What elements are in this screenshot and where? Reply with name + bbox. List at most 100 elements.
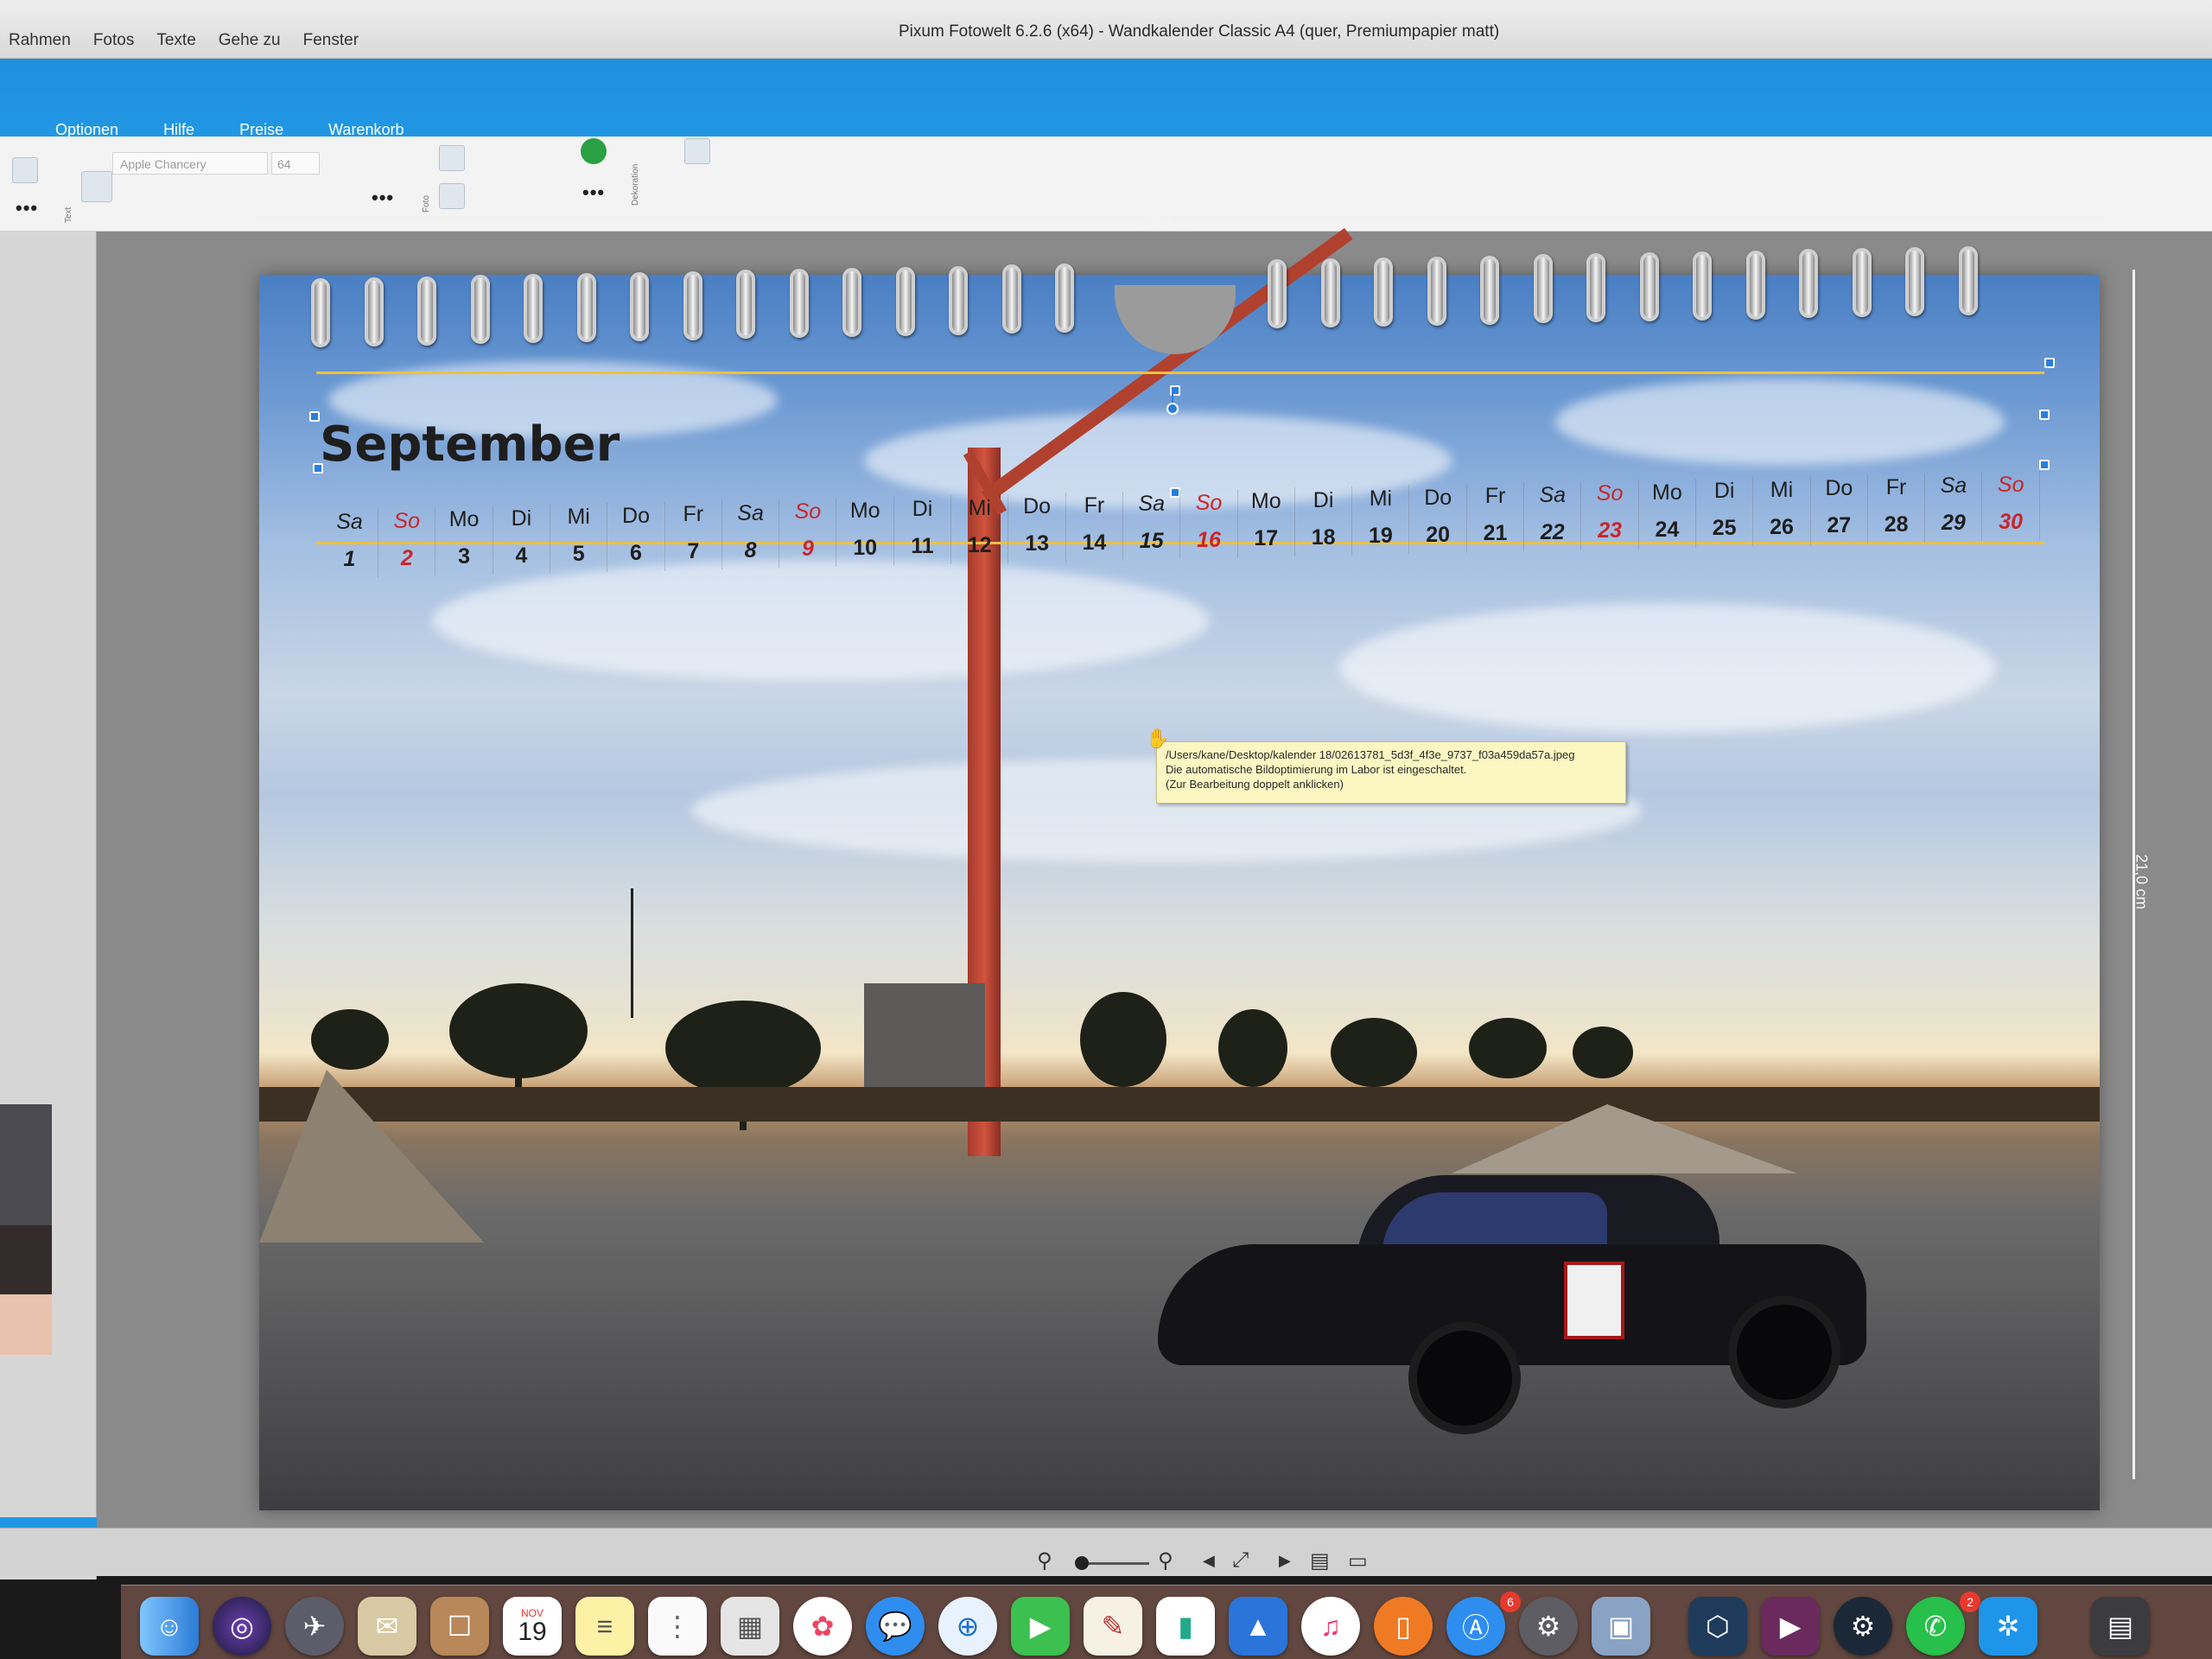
steam-icon[interactable]: ⚙ (1834, 1597, 1892, 1656)
day-number: 26 (1770, 514, 1794, 539)
launchpad-icon[interactable]: ✈ (285, 1597, 344, 1656)
pages-icon[interactable]: ✎ (1084, 1597, 1142, 1656)
spiral-ring (1905, 247, 1924, 316)
calendar-day-cell: So 2 (378, 506, 436, 576)
keynote-icon[interactable]: ▲ (1229, 1597, 1287, 1656)
weekday-label: Di (1713, 479, 1735, 503)
spiral-ring (1586, 253, 1605, 323)
window-title: Pixum Fotowelt 6.2.6 (x64) - Wandkalende… (899, 22, 1500, 41)
fullscreen-icon[interactable]: ▭ (1348, 1548, 1368, 1573)
page-view-icon[interactable]: ▤ (1310, 1548, 1330, 1573)
resize-handle[interactable] (2039, 410, 2050, 420)
spiral-ring (1055, 264, 1074, 334)
weekday-label: Di (511, 505, 532, 531)
more-options-icon[interactable]: ••• (16, 197, 38, 219)
settings-utility-icon[interactable]: ✲ (1979, 1597, 2037, 1656)
zoom-out-icon[interactable]: ⚲ (1037, 1548, 1052, 1573)
numbers-icon[interactable]: ▮ (1156, 1597, 1215, 1656)
rotate-handle[interactable] (1166, 403, 1179, 415)
calendar-day-cell: Mo 17 (1238, 487, 1295, 556)
weekday-label: Sa (1940, 474, 1967, 498)
edit-photo-icon[interactable] (439, 183, 465, 209)
menu-rahmen[interactable]: Rahmen (9, 31, 71, 50)
spiral-ring (1639, 252, 1659, 321)
text-more-icon[interactable]: ••• (372, 187, 394, 209)
notes-icon[interactable]: ≡ (575, 1597, 634, 1656)
font-size-select[interactable]: 64 (271, 152, 320, 175)
color-swatch[interactable] (0, 1225, 52, 1294)
zoom-in-icon[interactable]: ⚲ (1158, 1548, 1173, 1573)
layer-icon[interactable] (12, 157, 38, 183)
itunes-icon[interactable]: ♫ (1301, 1597, 1360, 1656)
weekday-label: Sa (336, 510, 363, 534)
reminders-icon[interactable]: ⋮ (648, 1597, 707, 1656)
weekday-label: Fr (1084, 493, 1105, 518)
resize-handle[interactable] (2039, 460, 2050, 470)
calendar-day-cell: Sa 8 (722, 499, 780, 569)
screenshot-thumbnail-icon[interactable]: ▤ (2091, 1597, 2150, 1656)
calendar-day-cell: Do 13 (1009, 493, 1066, 562)
calendar-day-cell: So 23 (1582, 480, 1639, 549)
messages-icon[interactable]: 💬 (866, 1597, 925, 1656)
next-page-icon[interactable]: ▶ (1279, 1552, 1291, 1570)
arrange-icon[interactable] (684, 138, 710, 164)
spiral-ring (895, 266, 915, 336)
day-number: 14 (1082, 530, 1107, 555)
color-swatch[interactable] (0, 1104, 52, 1225)
insert-photo-icon[interactable] (439, 145, 465, 171)
calendar-day-cell: Do 27 (1811, 474, 1868, 543)
tree (1331, 1018, 1417, 1087)
safari-icon[interactable]: ⊕ (938, 1597, 997, 1656)
siri-icon[interactable]: ◎ (213, 1597, 271, 1656)
app-store-icon[interactable]: Ⓐ (1446, 1597, 1505, 1656)
resize-handle[interactable] (309, 411, 320, 422)
text-frame-icon[interactable] (81, 171, 112, 202)
day-number: 9 (801, 537, 814, 561)
photos-icon[interactable]: ✿ (793, 1597, 852, 1656)
pixum-icon[interactable]: ⬡ (1688, 1597, 1747, 1656)
calendar-day-cell: Mi 19 (1352, 485, 1410, 554)
facetime-icon[interactable]: ▶ (1011, 1597, 1070, 1656)
preview-icon[interactable]: ▦ (721, 1597, 779, 1656)
day-number: 19 (1368, 524, 1393, 548)
video-app-icon[interactable]: ▶ (1761, 1597, 1820, 1656)
zoom-slider-track[interactable] (1080, 1562, 1149, 1565)
day-number: 21 (1483, 521, 1508, 545)
weekday-label: Sa (1539, 482, 1567, 507)
height-ruler-label: 21,0 cm (2133, 854, 2151, 910)
fit-to-screen-icon[interactable]: ⤢ (1232, 1548, 1249, 1573)
cloud (432, 560, 1210, 681)
effects-icon[interactable] (581, 138, 607, 164)
image-capture-icon[interactable]: ▣ (1592, 1597, 1650, 1656)
mail-stamp-icon[interactable]: ✉ (358, 1597, 416, 1656)
spiral-ring (1320, 258, 1340, 328)
finder-icon[interactable]: ☺ (140, 1597, 199, 1656)
month-title[interactable]: September (320, 416, 620, 473)
menu-gehe-zu[interactable]: Gehe zu (219, 31, 281, 50)
car-sticker (1564, 1262, 1624, 1339)
spiral-ring (1480, 255, 1499, 325)
menu-fotos[interactable]: Fotos (93, 31, 135, 50)
resize-handle[interactable] (2044, 358, 2055, 368)
spiral-ring (1958, 245, 1978, 315)
calendar-day-cell: Di 25 (1696, 477, 1754, 546)
day-number: 12 (967, 532, 992, 557)
whatsapp-icon[interactable]: ✆ (1906, 1597, 1965, 1656)
contacts-icon[interactable]: ☐ (430, 1597, 489, 1656)
photo-more-icon[interactable]: ••• (582, 181, 605, 204)
calendar-day-cell: Fr 7 (665, 500, 722, 569)
weekday-label: Mi (1770, 477, 1794, 502)
menu-fenster[interactable]: Fenster (303, 31, 359, 50)
day-number: 2 (400, 545, 413, 570)
weekday-label: Sa (737, 500, 764, 525)
calendar-day-cell: Mo 10 (837, 496, 894, 566)
previous-page-icon[interactable]: ◀ (1203, 1552, 1215, 1570)
ibooks-icon[interactable]: ▯ (1374, 1597, 1433, 1656)
system-preferences-icon[interactable]: ⚙ (1519, 1597, 1578, 1656)
zoom-slider-knob[interactable] (1075, 1556, 1089, 1570)
menu-texte[interactable]: Texte (156, 31, 195, 50)
color-swatch[interactable] (0, 1294, 52, 1355)
cloud (1339, 603, 1996, 733)
calendar-app-icon[interactable]: NOV 19 (503, 1597, 562, 1656)
font-family-select[interactable]: Apple Chancery (112, 152, 268, 175)
